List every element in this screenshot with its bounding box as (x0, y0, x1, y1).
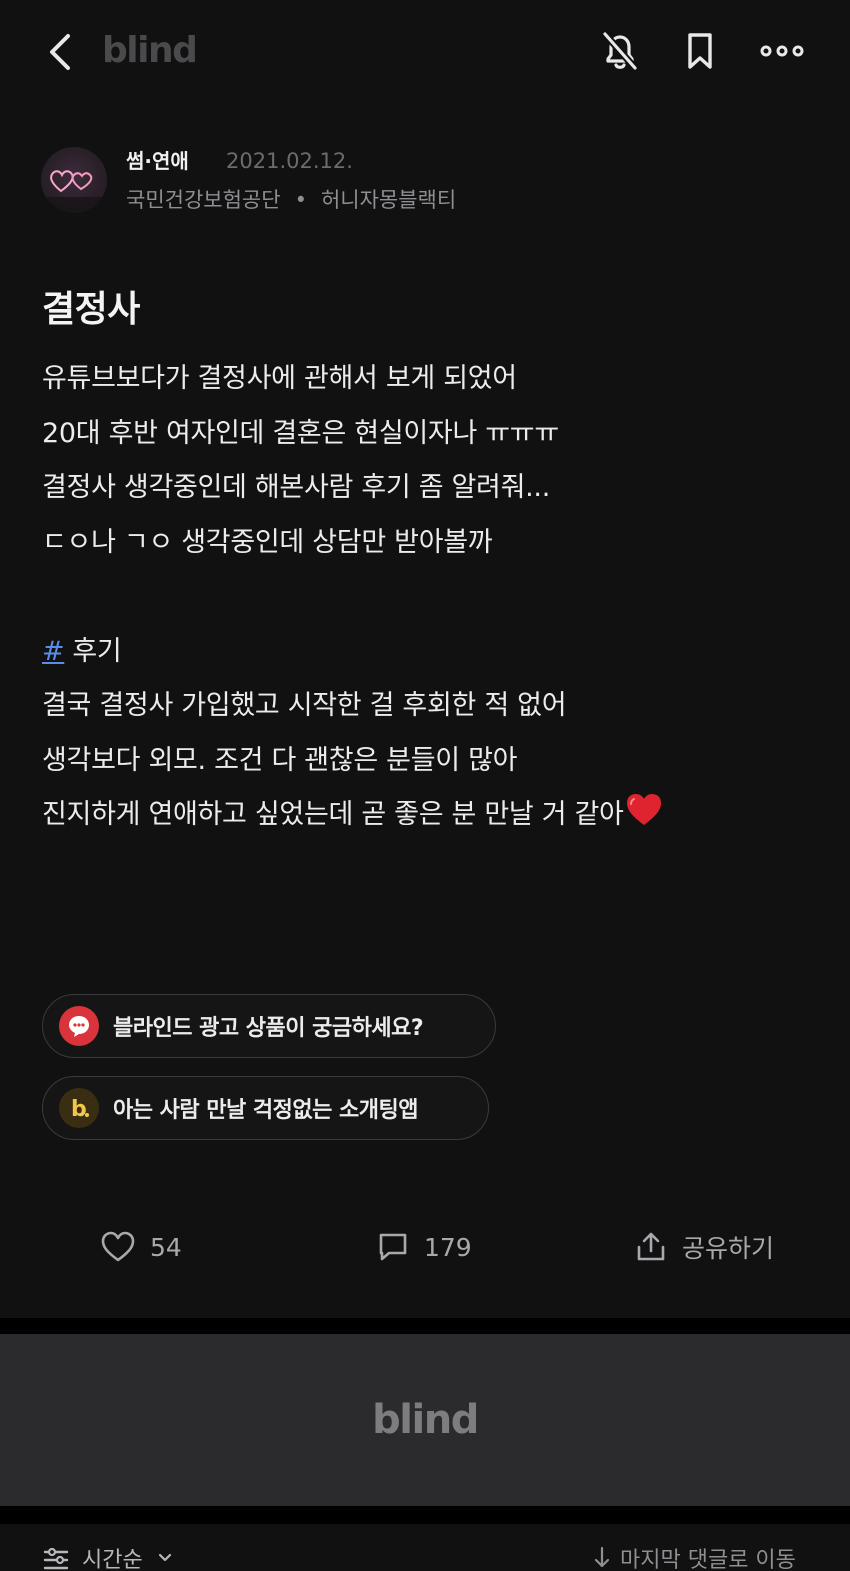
hashtag-text: 후기 (72, 635, 122, 667)
post-date: 2021.02.12. (226, 149, 353, 173)
brand-logo[interactable]: blind (102, 28, 198, 74)
back-icon (50, 34, 70, 70)
author-meta: 국민건강보험공단 • 허니자몽블랙티 (126, 186, 456, 214)
ad-inquiry-chip[interactable]: 블라인드 광고 상품이 궁금하세요? (42, 994, 496, 1058)
footer-brand-logo: blind (372, 1397, 479, 1443)
comment-sort-bar: 시간순 마지막 댓글로 이동 (0, 1524, 850, 1571)
neon-hearts-avatar-icon (41, 170, 107, 213)
body-line-blank (42, 570, 822, 625)
heart-outline-icon (101, 1231, 135, 1262)
separator-dot: • (294, 188, 307, 212)
sort-label: 시간순 (82, 1548, 143, 1571)
body-line: ㄷㅇ나 ㄱㅇ 생각중인데 상담만 받아볼까 (42, 526, 493, 558)
post-actions: 54 179 공유하기 (0, 1214, 850, 1280)
body-line: 생각보다 외모. 조건 다 괜찮은 분들이 많아 (42, 744, 518, 776)
jump-to-last-comment-button[interactable]: 마지막 댓글로 이동 (592, 1542, 796, 1571)
author-nickname: 허니자몽블랙티 (320, 188, 457, 212)
back-button[interactable] (40, 28, 84, 76)
more-icon (760, 45, 804, 57)
share-icon (637, 1232, 665, 1261)
footer-banner[interactable]: blind (0, 1334, 850, 1506)
comment-button[interactable]: 179 (376, 1214, 472, 1280)
comment-count: 179 (424, 1232, 472, 1262)
section-divider (0, 1318, 850, 1334)
red-heart-icon (626, 792, 662, 847)
bookmark-button[interactable] (676, 26, 724, 76)
svg-text:b: b (71, 1097, 87, 1122)
top-bar: blind (0, 0, 850, 104)
share-label: 공유하기 (682, 1234, 775, 1263)
dating-app-chip[interactable]: b 아는 사람 만날 걱정없는 소개팅앱 (42, 1076, 489, 1140)
post-author: 썸·연애 2021.02.12. 국민건강보험공단 • 허니자몽블랙티 (41, 147, 741, 217)
body-line-text: 진지하게 연애하고 싶었는데 곧 좋은 분 만날 거 같아 (42, 799, 624, 830)
hashtag-link[interactable]: # (42, 636, 65, 667)
post-category[interactable]: 썸·연애 (126, 147, 189, 175)
arrow-down-icon (594, 1546, 610, 1568)
body-line: 결정사 생각중인데 해본사람 후기 좀 알려줘... (42, 472, 550, 503)
avatar[interactable] (41, 147, 107, 213)
ad-inquiry-label: 블라인드 광고 상품이 궁금하세요? (113, 1016, 424, 1041)
body-line: 결국 결정사 가입했고 시작한 걸 후회한 적 없어 (42, 690, 567, 721)
section-divider (0, 1506, 850, 1524)
body-line: 유튜브보다가 결정사에 관해서 보게 되었어 (42, 363, 517, 394)
body-line: 20대 후반 여자인데 결혼은 현실이자나 ㅠㅠㅠ (42, 417, 559, 449)
notification-toggle-button[interactable] (596, 26, 644, 76)
dating-app-label: 아는 사람 만날 걱정없는 소개팅앱 (113, 1098, 419, 1123)
more-options-button[interactable] (758, 26, 806, 76)
comment-icon (379, 1233, 407, 1261)
bookmark-icon (688, 33, 712, 69)
body-line-last: 진지하게 연애하고 싶었는데 곧 좋은 분 만날 거 같아 (42, 788, 822, 843)
sort-filter-icon (43, 1547, 69, 1570)
like-count: 54 (150, 1232, 182, 1262)
post-body: 유튜브보다가 결정사에 관해서 보게 되었어 20대 후반 여자인데 결혼은 현… (42, 352, 822, 843)
chevron-down-icon (158, 1553, 171, 1562)
jump-label: 마지막 댓글로 이동 (620, 1548, 796, 1571)
chat-bubble-icon (59, 1006, 99, 1046)
b-logo-icon: b (59, 1088, 99, 1128)
like-button[interactable]: 54 (100, 1214, 182, 1280)
author-company[interactable]: 국민건강보험공단 (126, 188, 281, 212)
share-button[interactable]: 공유하기 (634, 1214, 774, 1280)
post-title: 결정사 (42, 289, 140, 330)
bell-off-icon (602, 31, 638, 71)
sort-dropdown[interactable]: 시간순 (42, 1542, 175, 1571)
hashtag-line: # 후기 (42, 625, 822, 680)
